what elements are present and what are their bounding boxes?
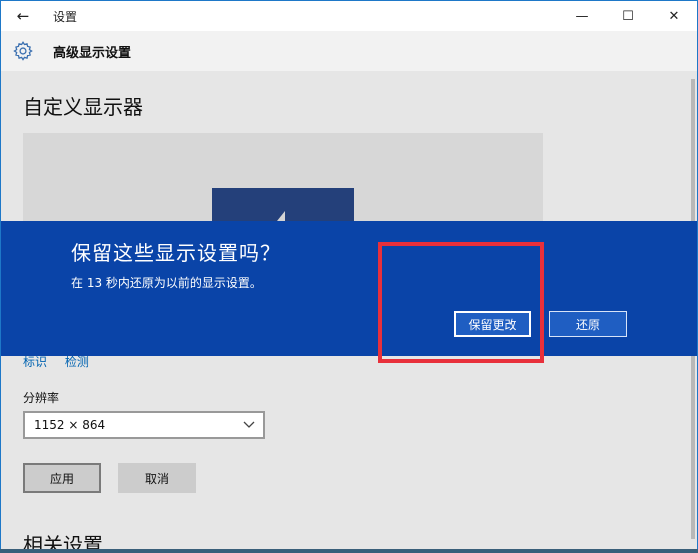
- apply-button[interactable]: 应用: [23, 463, 101, 493]
- page-title: 高级显示设置: [53, 45, 132, 61]
- resolution-select[interactable]: 1152 × 864: [23, 411, 265, 439]
- minimize-button[interactable]: —: [559, 1, 605, 31]
- back-button[interactable]: ←: [1, 1, 45, 31]
- window-title: 设置: [53, 9, 78, 24]
- dialog-message: 在 13 秒内还原为以前的显示设置。: [71, 276, 262, 290]
- monitor-number-icon: [277, 211, 285, 221]
- page-header: 高级显示设置: [1, 31, 697, 71]
- maximize-button[interactable]: ☐: [605, 1, 651, 31]
- cancel-button[interactable]: 取消: [118, 463, 196, 493]
- maximize-icon: ☐: [622, 8, 634, 24]
- close-button[interactable]: ✕: [651, 1, 697, 31]
- highlight-box: [378, 242, 544, 363]
- minimize-icon: —: [575, 8, 589, 24]
- settings-window: ← 设置 — ☐ ✕ 高级显示设置 自定义显示器 标识 检测 分辨率 1152 …: [0, 0, 698, 553]
- window-controls: — ☐ ✕: [559, 1, 697, 31]
- close-icon: ✕: [668, 8, 680, 24]
- dialog-title: 保留这些显示设置吗？: [71, 241, 281, 265]
- gear-icon: [11, 39, 35, 63]
- resolution-label: 分辨率: [23, 391, 60, 405]
- resolution-value: 1152 × 864: [34, 418, 106, 432]
- back-arrow-icon: ←: [16, 7, 30, 25]
- revert-button[interactable]: 还原: [549, 311, 627, 337]
- identify-link[interactable]: 标识: [23, 355, 47, 369]
- section-title: 自定义显示器: [23, 95, 143, 119]
- taskbar-strip: [0, 549, 698, 553]
- title-bar: ← 设置 — ☐ ✕: [1, 1, 697, 31]
- chevron-down-icon: [243, 419, 255, 431]
- detect-link[interactable]: 检测: [65, 355, 89, 369]
- keep-settings-dialog: 保留这些显示设置吗？ 在 13 秒内还原为以前的显示设置。 保留更改 还原: [1, 221, 697, 356]
